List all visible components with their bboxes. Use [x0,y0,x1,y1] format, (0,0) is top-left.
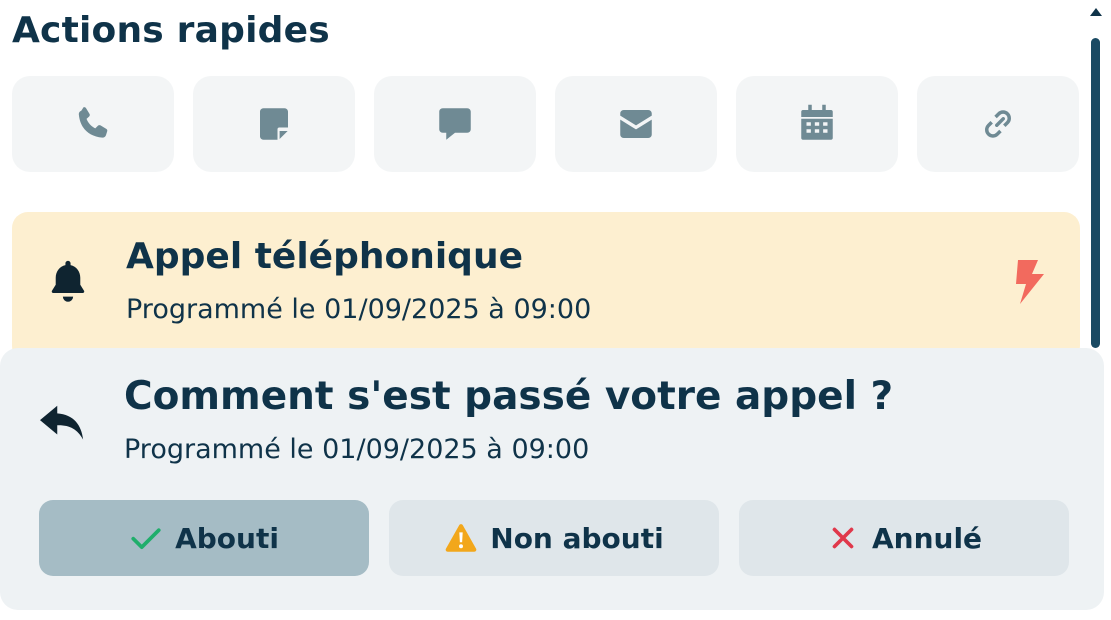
non-abouti-button[interactable]: Non abouti [389,500,719,576]
mail-icon [620,110,652,138]
chat-icon [439,108,471,140]
notice-title: Appel téléphonique [126,236,523,277]
check-icon [131,528,161,550]
email-action-button[interactable] [555,76,717,172]
scroll-thumb[interactable] [1091,38,1100,348]
abouti-button[interactable]: Abouti [39,500,369,576]
warning-icon [445,524,477,552]
section-title: Actions rapides [12,10,330,51]
chevron-up-icon [1090,8,1102,16]
scheduled-call-card[interactable]: Appel téléphonique Programmé le 01/09/20… [12,212,1080,362]
call-feedback-card: Comment s'est passé votre appel ? Progra… [0,348,1104,610]
note-icon [260,108,288,140]
note-action-button[interactable] [193,76,355,172]
quick-actions-row [12,76,1079,172]
link-icon [985,110,1011,138]
bolt-icon [1010,258,1050,306]
scroll-up-arrow[interactable] [1087,6,1105,30]
link-action-button[interactable] [917,76,1079,172]
phone-icon [78,107,108,138]
message-action-button[interactable] [374,76,536,172]
quick-actions-panel: Actions rapides Appel téléphonique Progr… [0,0,1111,620]
call-action-button[interactable] [12,76,174,172]
annule-label: Annulé [871,521,983,555]
reply-icon [38,400,88,446]
feedback-subtitle: Programmé le 01/09/2025 à 09:00 [124,434,590,465]
close-icon [832,527,854,549]
calendar-icon [801,104,833,140]
non-abouti-label: Non abouti [490,521,664,555]
bell-icon [46,258,90,306]
annule-button[interactable]: Annulé [739,500,1069,576]
schedule-action-button[interactable] [736,76,898,172]
feedback-title: Comment s'est passé votre appel ? [124,374,894,419]
notice-subtitle: Programmé le 01/09/2025 à 09:00 [126,294,592,325]
abouti-label: Abouti [175,521,279,555]
scrollbar[interactable] [1087,6,1105,348]
